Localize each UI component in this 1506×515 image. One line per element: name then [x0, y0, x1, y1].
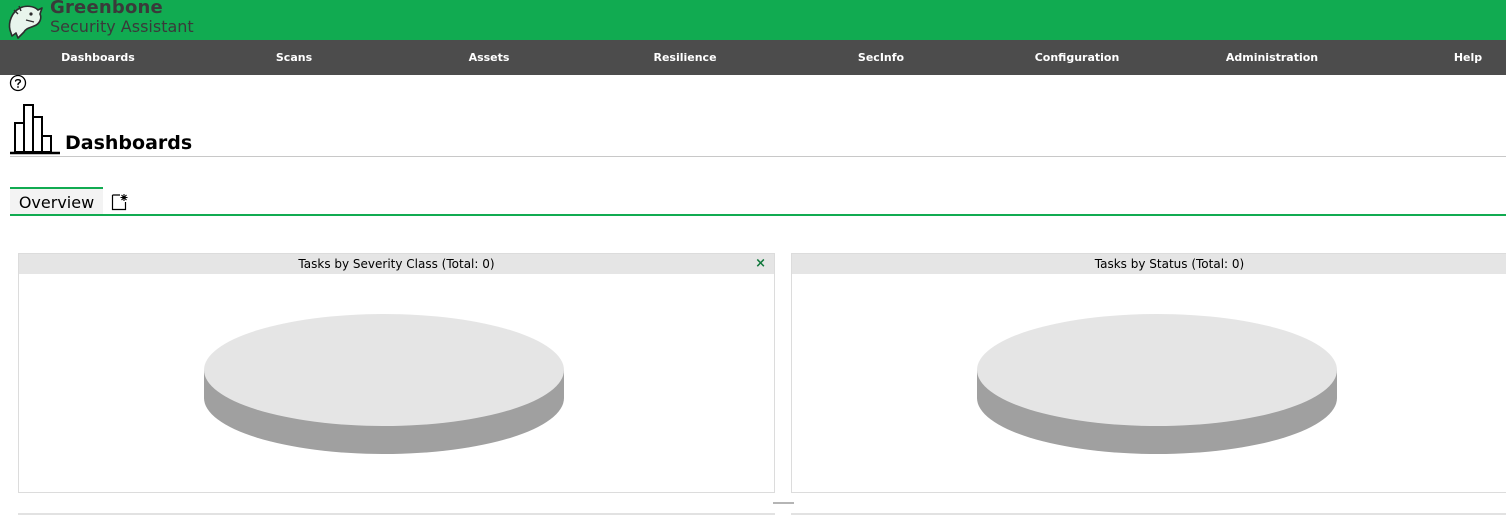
- brand-subtitle: Security Assistant: [50, 17, 194, 36]
- menu-item-help[interactable]: Help: [1454, 40, 1482, 75]
- title-divider: [10, 156, 1506, 157]
- panel-title: Tasks by Severity Class (Total: 0): [298, 257, 495, 271]
- tab-underline: [10, 214, 1506, 216]
- menu-item-dashboards[interactable]: Dashboards: [61, 40, 135, 75]
- menu-item-assets[interactable]: Assets: [469, 40, 510, 75]
- empty-pie-chart: [977, 314, 1337, 454]
- tab-overview[interactable]: Overview: [10, 187, 103, 215]
- menu-item-secinfo[interactable]: SecInfo: [858, 40, 904, 75]
- dashboard-panel-status: Tasks by Status (Total: 0): [791, 253, 1506, 493]
- row-resize-handle[interactable]: [773, 502, 794, 504]
- pie-top: [204, 314, 564, 426]
- dashboard-panel-severity: Tasks by Severity Class (Total: 0) ×: [18, 253, 775, 493]
- panel-header[interactable]: Tasks by Severity Class (Total: 0): [19, 254, 774, 274]
- brand-bar: Greenbone Security Assistant: [0, 0, 1506, 40]
- menu-item-resilience[interactable]: Resilience: [653, 40, 716, 75]
- menu-item-scans[interactable]: Scans: [276, 40, 312, 75]
- panel-title: Tasks by Status (Total: 0): [1094, 257, 1245, 271]
- pie-top: [977, 314, 1337, 426]
- greenbone-dragon-logo-icon[interactable]: [4, 0, 46, 40]
- main-menu: Dashboards Scans Assets Resilience SecIn…: [0, 40, 1506, 75]
- menu-item-administration[interactable]: Administration: [1226, 40, 1318, 75]
- help-circle-icon[interactable]: [9, 74, 27, 92]
- empty-pie-chart: [204, 314, 564, 454]
- panel-header[interactable]: Tasks by Status (Total: 0): [792, 254, 1506, 274]
- menu-item-configuration[interactable]: Configuration: [1035, 40, 1120, 75]
- page-title: Dashboards: [65, 132, 193, 154]
- new-dashboard-icon[interactable]: [110, 193, 130, 211]
- bar-chart-icon: [10, 104, 60, 155]
- close-icon[interactable]: ×: [755, 254, 766, 274]
